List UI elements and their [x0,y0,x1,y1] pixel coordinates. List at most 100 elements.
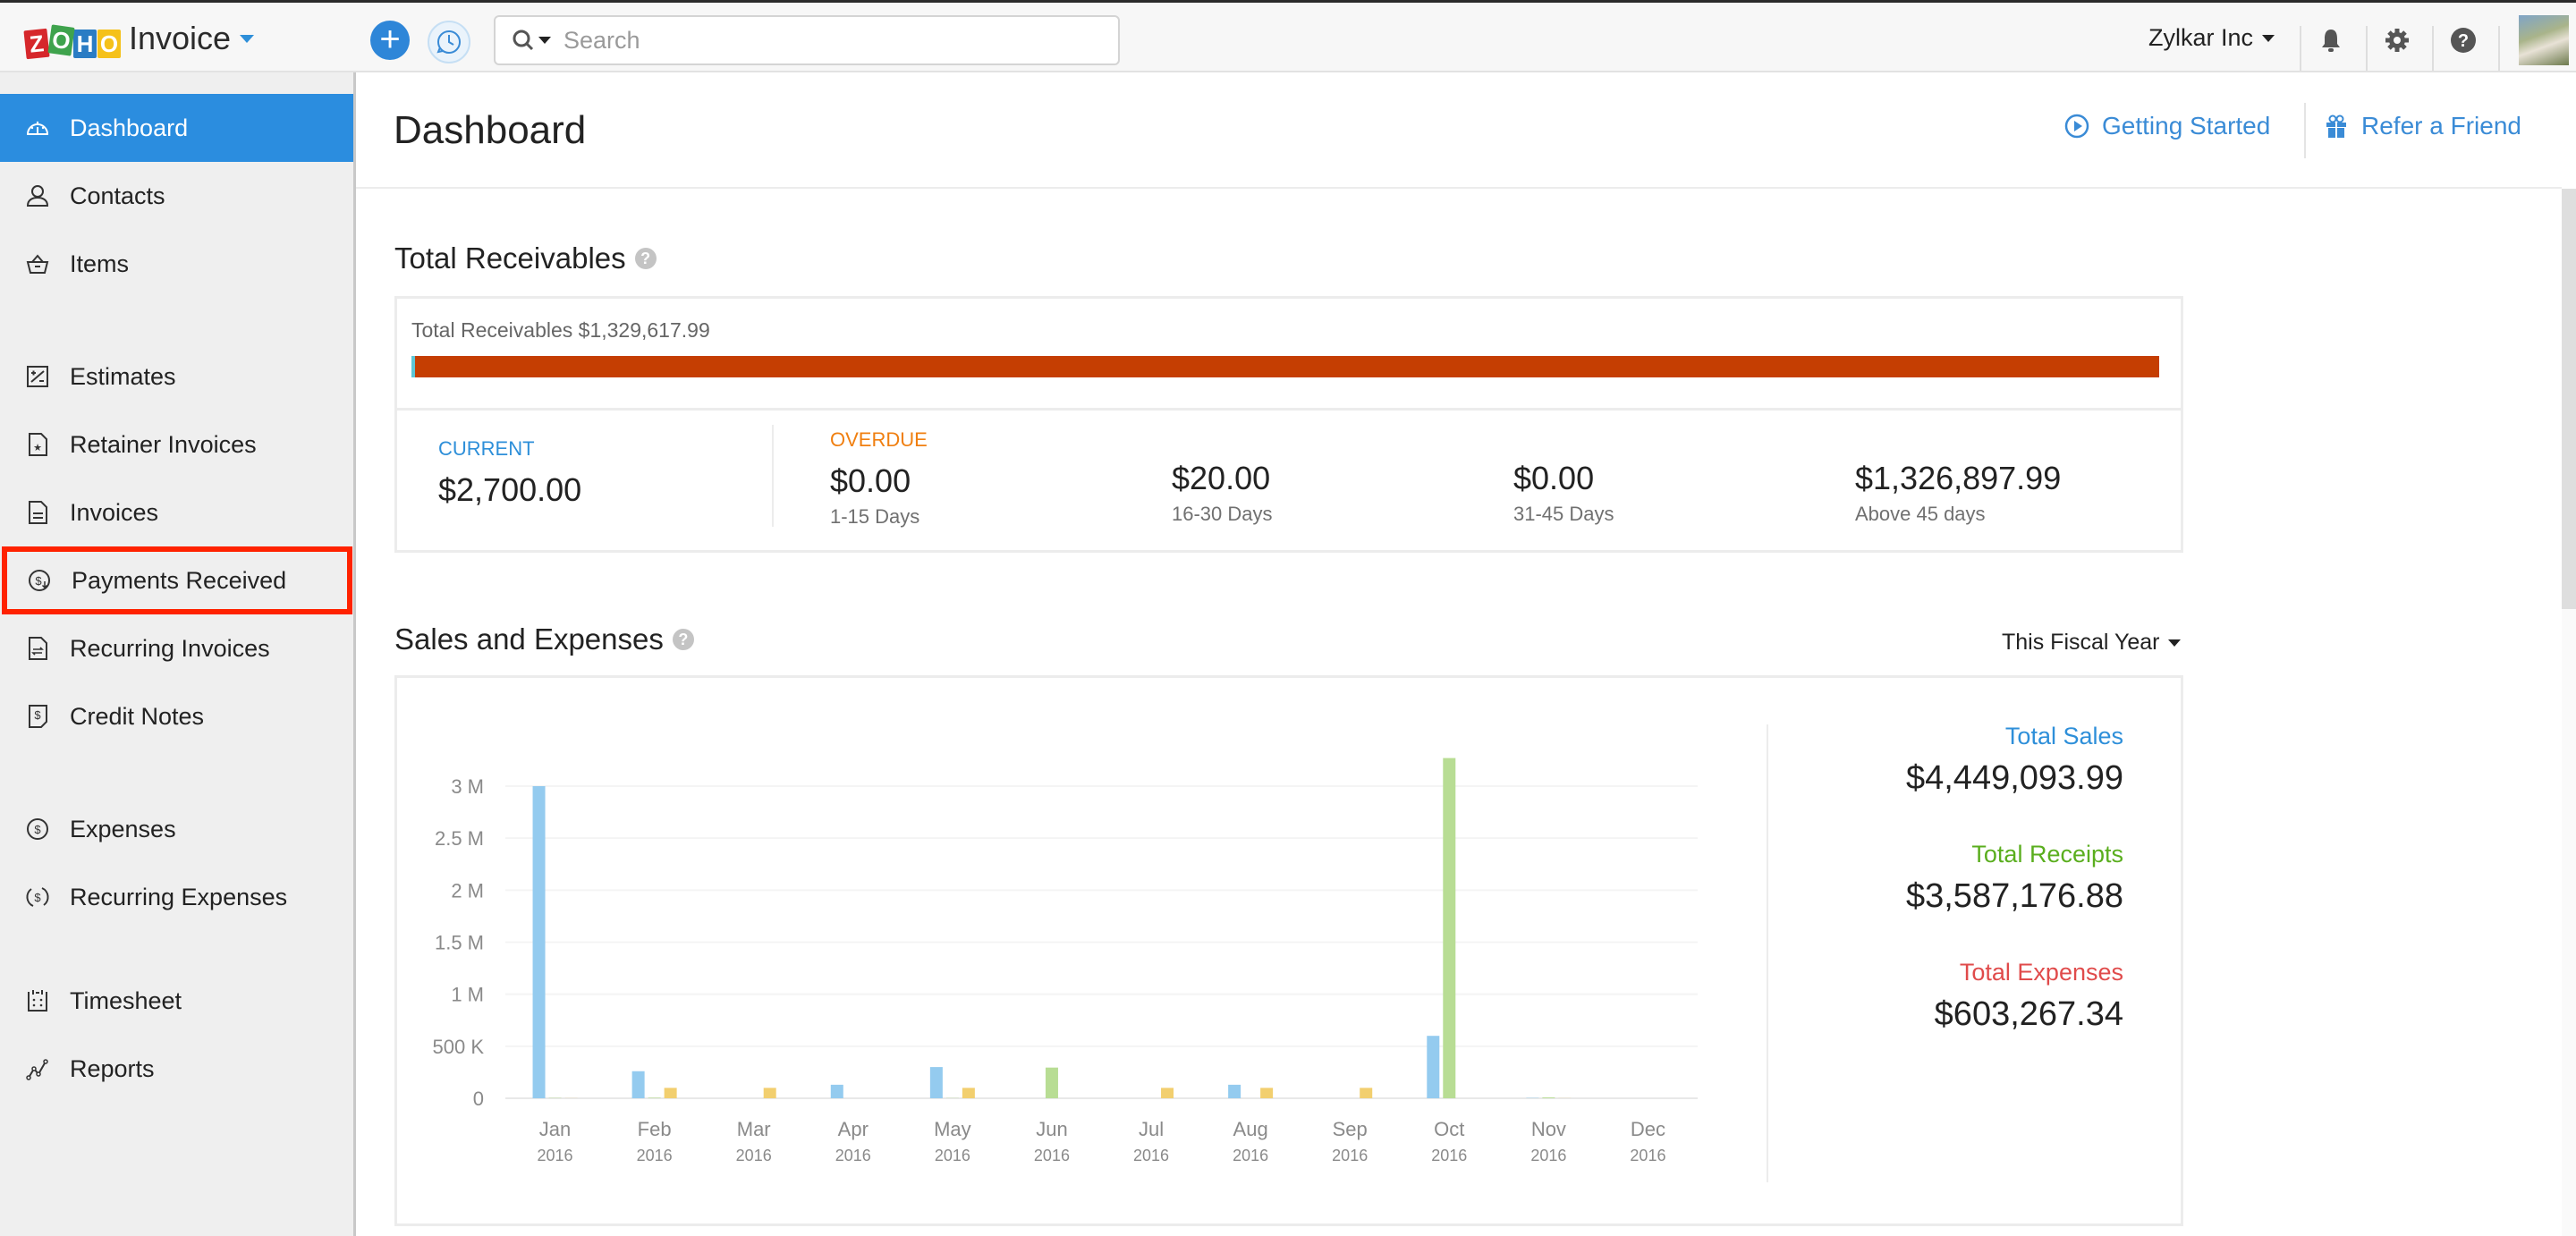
x-tick-sublabel: 2016 [736,1147,772,1164]
retainer-icon: ★ [29,433,47,456]
svg-text:★: ★ [33,443,42,453]
overdue-range: 31-45 Days [1513,503,1614,525]
x-tick-label: May [934,1118,971,1140]
bar-sales[interactable] [631,1071,645,1098]
bar-sales[interactable] [929,1067,943,1098]
total-expenses-value: $603,267.34 [1934,995,2123,1033]
sidebar-item-label: Items [70,250,130,277]
caret-down-icon[interactable] [240,34,255,43]
new-item-button[interactable]: + [370,21,410,60]
zoho-logo: Z O H O [23,19,122,60]
total-sales-value: $4,449,093.99 [1905,759,2123,797]
sidebar-item-expenses[interactable]: $ Expenses [0,795,353,863]
x-tick-label: Jan [539,1118,571,1140]
section-title-text: Total Receivables [394,241,626,275]
page-scrollbar[interactable] [2562,189,2576,1236]
bar-sales[interactable] [1427,1036,1440,1098]
sidebar-item-timesheet[interactable]: Timesheet [0,967,353,1035]
bar-expenses[interactable] [1260,1088,1274,1098]
divider [2304,103,2306,158]
bar-receipts[interactable] [1443,758,1456,1098]
sidebar-item-label: Payments Received [72,566,287,594]
overdue-column-2: $20.00 16-30 Days [1172,460,1273,599]
overdue-label: OVERDUE [830,428,928,451]
bar-sales[interactable] [1228,1084,1241,1098]
overdue-amount[interactable]: $0.00 [830,462,928,500]
sidebar-item-dashboard[interactable]: Dashboard [0,94,353,162]
bar-expenses[interactable] [962,1088,975,1098]
bar-expenses[interactable] [1161,1088,1174,1098]
overdue-amount[interactable]: $0.00 [1513,460,1614,497]
recurring-expense-icon: $ [26,887,49,907]
sidebar-item-retainer-invoices[interactable]: ★ Retainer Invoices [0,411,353,478]
caret-down-icon [2168,639,2182,647]
sidebar-item-label: Credit Notes [70,702,205,730]
y-tick-label: 1 M [451,984,484,1006]
bar-receipts[interactable] [648,1097,661,1098]
help-icon[interactable]: ? [672,629,694,650]
scrollbar-thumb[interactable] [2562,189,2576,609]
receivables-bar[interactable] [411,356,2159,377]
organization-switcher[interactable]: Zylkar Inc [2148,24,2275,52]
payment-icon: $ [29,570,50,591]
getting-started-link[interactable]: Getting Started [2064,112,2270,140]
sidebar-item-contacts[interactable]: Contacts [0,162,353,230]
gear-icon[interactable] [2383,26,2411,55]
bar-expenses[interactable] [763,1088,776,1098]
sidebar-item-recurring-expenses[interactable]: $ Recurring Expenses [0,863,353,931]
top-bar: Z O H O Invoice + Zylkar Inc [0,0,2576,72]
x-tick-label: Apr [838,1118,869,1140]
x-tick-sublabel: 2016 [1034,1147,1070,1164]
overdue-range: 16-30 Days [1172,503,1273,525]
sidebar-item-reports[interactable]: Reports [0,1035,353,1103]
sidebar-item-recurring-invoices[interactable]: Recurring Invoices [0,614,353,682]
search-icon[interactable] [512,29,535,52]
sidebar-item-estimates[interactable]: Estimates [0,343,353,411]
x-tick-sublabel: 2016 [1431,1147,1467,1164]
sidebar-item-invoices[interactable]: Invoices [0,478,353,546]
overdue-range: Above 45 days [1855,503,1986,525]
bar-sales[interactable] [830,1084,843,1098]
period-label: This Fiscal Year [2002,630,2160,655]
y-tick-label: 1.5 M [435,932,484,954]
overdue-amount[interactable]: $1,326,897.99 [1855,460,2061,497]
contacts-icon [26,185,49,207]
invoice-icon [29,501,47,524]
bar-expenses[interactable] [1360,1088,1373,1098]
sidebar-item-items[interactable]: Items [0,230,353,298]
divider [2366,26,2368,71]
search-input[interactable] [564,26,1064,55]
x-tick-sublabel: 2016 [1630,1147,1665,1164]
search-scope-caret-icon[interactable] [538,37,551,44]
help-icon[interactable]: ? [634,248,657,269]
refer-friend-link[interactable]: Refer a Friend [2324,112,2521,140]
search-box[interactable] [494,15,1120,65]
total-receipts-value: $3,587,176.88 [1905,877,2123,915]
sidebar-item-payments-received[interactable]: $ Payments Received [2,546,352,614]
bar-receipts[interactable] [1045,1067,1058,1098]
bar-sales[interactable] [532,786,546,1098]
user-avatar[interactable] [2519,15,2569,65]
logo-letter: O [47,24,75,56]
bar-expenses[interactable] [664,1088,677,1098]
gift-icon [2326,114,2346,138]
logo-letter: O [97,30,121,58]
sidebar-item-label: Invoices [70,498,159,526]
current-amount[interactable]: $2,700.00 [438,471,581,509]
period-selector[interactable]: This Fiscal Year [2002,630,2182,656]
x-tick-label: Sep [1333,1118,1368,1140]
current-column: CURRENT $2,700.00 [438,437,581,577]
sales-title: Sales and Expenses ? [394,622,694,656]
sidebar-item-credit-notes[interactable]: $ Credit Notes [0,682,353,750]
svg-text:$: $ [34,708,41,722]
overdue-amount[interactable]: $20.00 [1172,460,1273,497]
refer-friend-label: Refer a Friend [2361,112,2521,140]
app-logo[interactable]: Z O H O Invoice [23,19,255,60]
bell-icon[interactable] [2317,26,2345,55]
y-tick-label: 2 M [451,879,484,902]
help-icon[interactable]: ? [2449,26,2478,55]
recent-activity-button[interactable] [428,21,470,63]
sidebar-item-label: Estimates [70,362,176,390]
y-tick-label: 3 M [451,775,484,798]
bar-receipts[interactable] [1542,1097,1555,1098]
